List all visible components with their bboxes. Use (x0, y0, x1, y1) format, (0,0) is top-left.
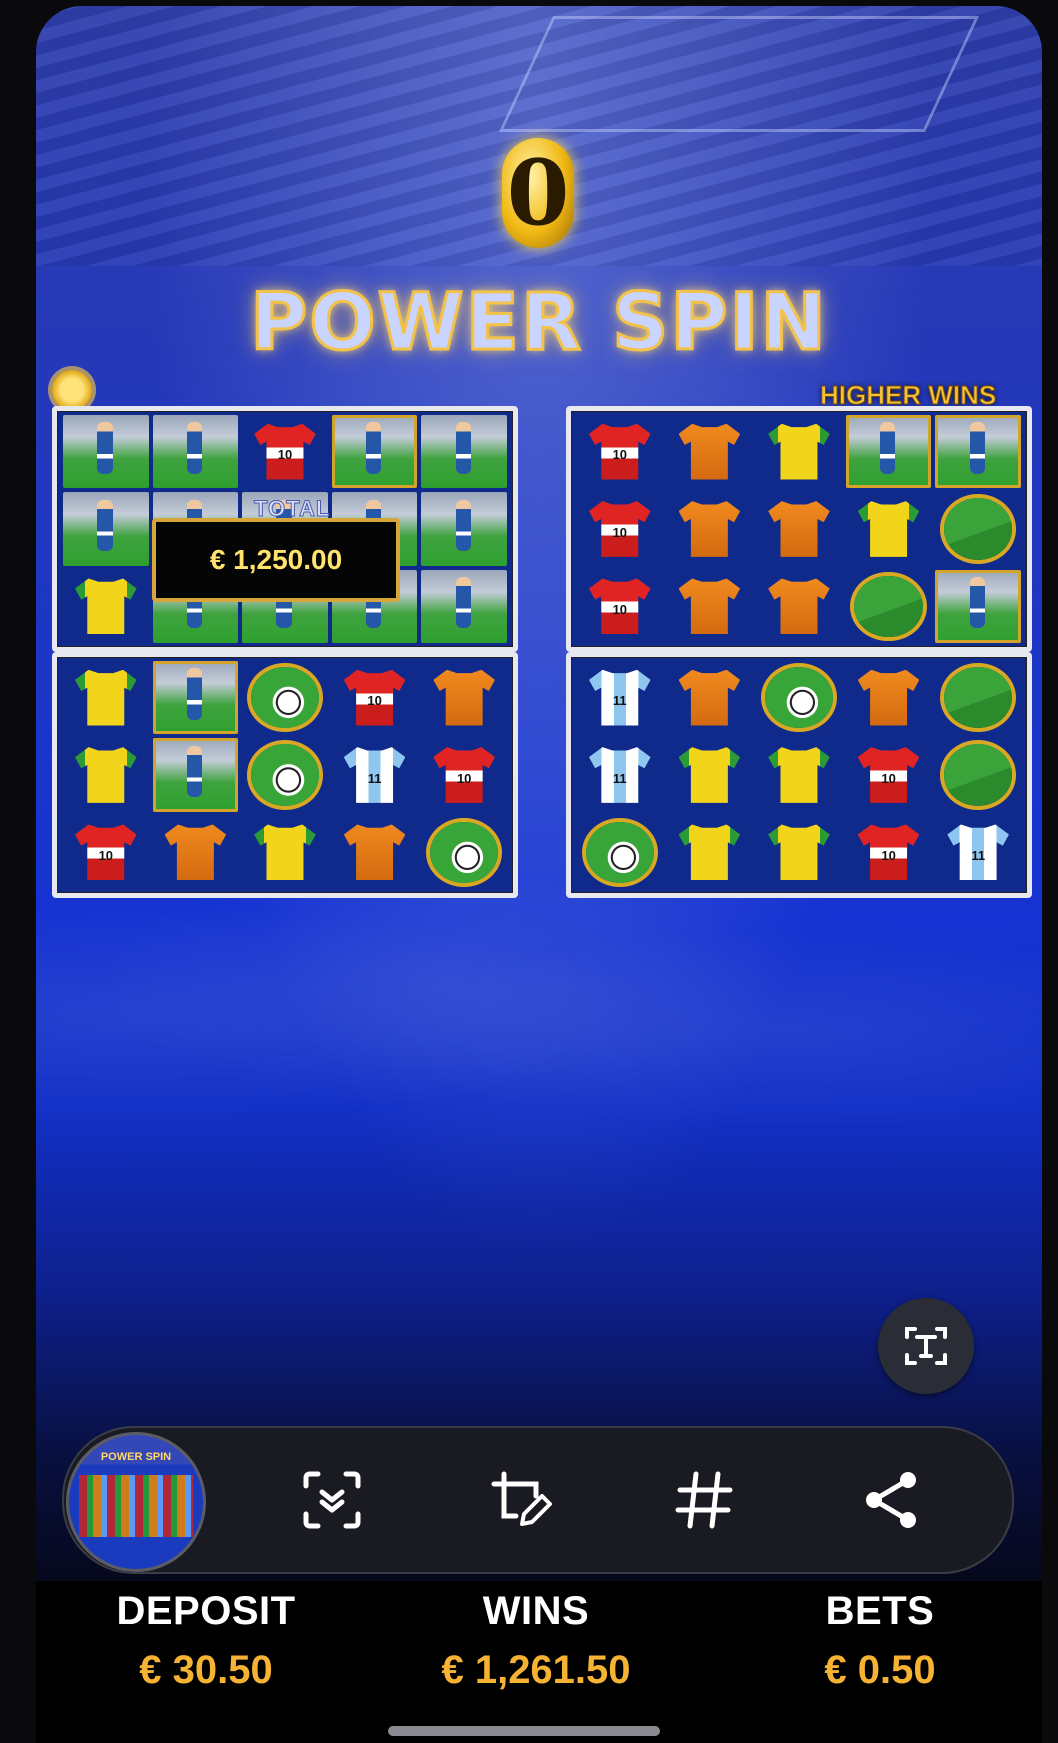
goal-symbol (935, 492, 1021, 565)
ball-symbol (421, 816, 507, 889)
yellow-shirt-symbol (667, 738, 753, 811)
crowd-background (36, 886, 1042, 1206)
orange-shirt-symbol (667, 661, 753, 734)
hashtag-button[interactable] (668, 1464, 740, 1536)
wins-value: € 1,261.50 (441, 1648, 631, 1692)
reel-grid-bottom-left: 10 11 10 10 (52, 652, 518, 898)
red-shirt-symbol: 10 (63, 816, 149, 889)
screenshot-toolbar: POWER SPIN (62, 1426, 1014, 1574)
sun-logo-icon (52, 370, 92, 410)
wins-label: WINS (482, 1589, 590, 1633)
text-scan-icon (905, 1327, 947, 1365)
red-shirt-symbol: 10 (577, 492, 663, 565)
player-symbol (152, 415, 239, 489)
game-title: POWER SPIN (249, 277, 828, 370)
orange-shirt-symbol (667, 570, 753, 643)
red-shirt-symbol: 10 (577, 415, 663, 488)
red-shirt-symbol: 10 (846, 816, 932, 889)
total-win-value: € 1,250.00 (209, 544, 343, 575)
argen-shirt-symbol: 11 (577, 661, 663, 734)
ball-symbol (577, 816, 663, 889)
orange-shirt-symbol (667, 492, 753, 565)
player-symbol (421, 569, 507, 643)
screenshot-thumbnail[interactable]: POWER SPIN (66, 1432, 206, 1572)
player-symbol (331, 415, 418, 489)
red-shirt-symbol: 10 (332, 661, 418, 734)
ball-symbol (756, 661, 842, 734)
draw-crop-button[interactable] (484, 1464, 556, 1536)
deposit-value: € 30.50 (139, 1648, 273, 1692)
extract-text-button[interactable] (878, 1298, 974, 1394)
slot-game-area[interactable]: 0 POWER SPIN HIGHER WINS 10 10 10 10 10 11 1… (36, 6, 1042, 1581)
yellow-shirt-symbol (63, 738, 149, 811)
orange-shirt-symbol (153, 816, 239, 889)
player-symbol (152, 661, 239, 735)
player-symbol (421, 415, 507, 489)
share-button[interactable] (856, 1464, 928, 1536)
player-symbol (63, 415, 149, 489)
orange-shirt-symbol (332, 816, 418, 889)
player-symbol (935, 415, 1021, 489)
argen-shirt-symbol: 11 (935, 816, 1021, 889)
reel-grid-bottom-right: 11 11 10 10 11 (566, 652, 1032, 898)
spin-counter: 0 (502, 138, 574, 248)
ball-symbol (242, 738, 328, 811)
scroll-capture-button[interactable] (296, 1464, 368, 1536)
goal-symbol (846, 570, 932, 643)
bets-stat: BETS € 0.50 (750, 1589, 1010, 1693)
reel-grid-top-right: 10 10 10 (566, 406, 1032, 652)
pitch-lines (498, 16, 980, 132)
thumbnail-title: POWER SPIN (100, 1451, 172, 1463)
goal-symbol (935, 661, 1021, 734)
yellow-shirt-symbol (63, 570, 149, 643)
orange-shirt-symbol (756, 492, 842, 565)
yellow-shirt-symbol (756, 415, 842, 488)
red-shirt-symbol: 10 (242, 415, 328, 488)
deposit-stat: DEPOSIT € 30.50 (76, 1589, 336, 1693)
bets-label: BETS (825, 1589, 935, 1633)
home-indicator[interactable] (388, 1726, 660, 1736)
bets-value: € 0.50 (824, 1648, 936, 1692)
goal-symbol (935, 738, 1021, 811)
phone-screen: 0 POWER SPIN HIGHER WINS 10 10 10 10 10 11 1… (36, 6, 1042, 1743)
yellow-shirt-symbol (667, 816, 753, 889)
deposit-label: DEPOSIT (116, 1589, 296, 1633)
yellow-shirt-symbol (63, 661, 149, 734)
ball-symbol (242, 661, 328, 734)
share-icon (866, 1472, 916, 1528)
player-symbol (421, 492, 507, 566)
argen-shirt-symbol: 11 (332, 738, 418, 811)
player-symbol (152, 738, 239, 812)
orange-shirt-symbol (421, 661, 507, 734)
player-symbol (63, 492, 149, 566)
red-shirt-symbol: 10 (846, 738, 932, 811)
thumbnail-preview (79, 1475, 193, 1537)
yellow-shirt-symbol (756, 816, 842, 889)
total-win-display: € 1,250.00 (152, 518, 400, 602)
draw-crop-icon (491, 1471, 552, 1526)
yellow-shirt-symbol (242, 816, 328, 889)
scroll-capture-icon (303, 1471, 361, 1529)
orange-shirt-symbol (756, 570, 842, 643)
hashtag-icon (675, 1471, 733, 1529)
red-shirt-symbol: 10 (421, 738, 507, 811)
wins-stat: WINS € 1,261.50 (406, 1589, 666, 1693)
yellow-shirt-symbol (846, 492, 932, 565)
player-symbol (935, 569, 1021, 643)
stats-bar: DEPOSIT € 30.50 WINS € 1,261.50 BETS € 0… (36, 1581, 1042, 1743)
yellow-shirt-symbol (756, 738, 842, 811)
argen-shirt-symbol: 11 (577, 738, 663, 811)
orange-shirt-symbol (667, 415, 753, 488)
orange-shirt-symbol (846, 661, 932, 734)
red-shirt-symbol: 10 (577, 570, 663, 643)
player-symbol (845, 415, 932, 489)
